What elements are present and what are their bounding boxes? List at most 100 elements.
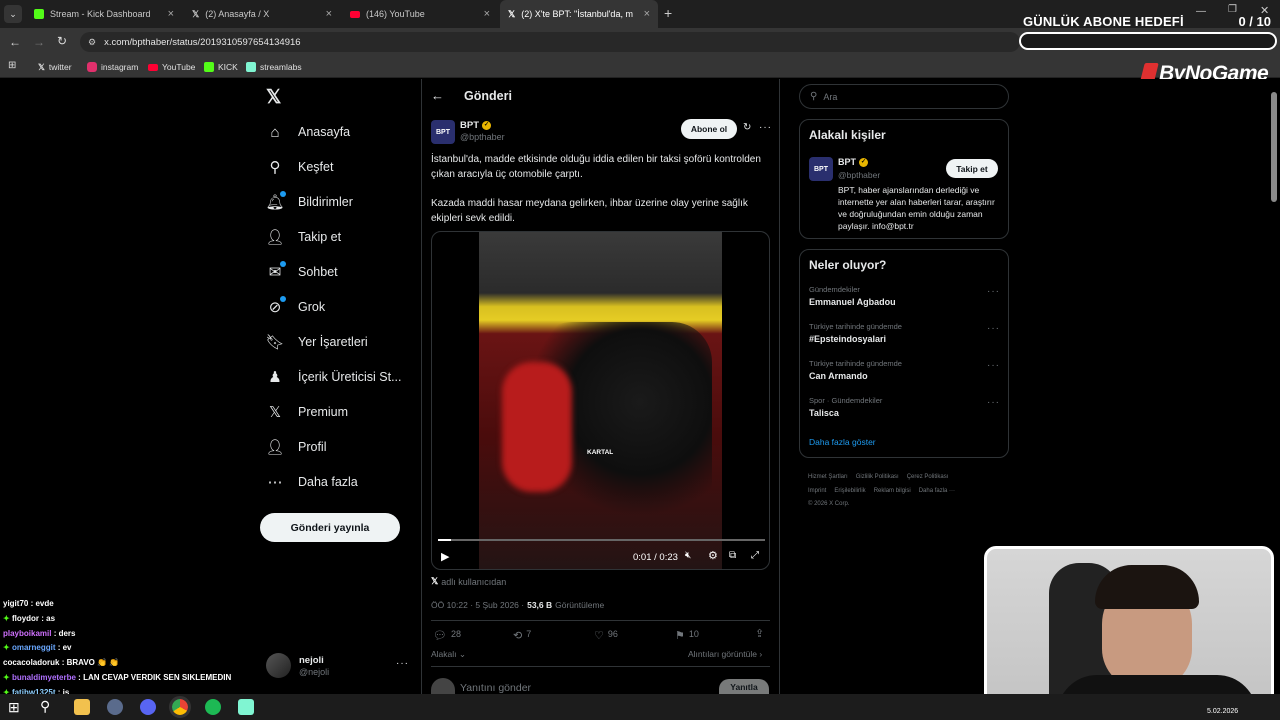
account-switcher[interactable]: nejoli @nejoli ··· — [266, 653, 412, 681]
tab-x-home[interactable]: 𝕏 (2) Anasayfa / X × — [184, 0, 340, 28]
reply-action[interactable]: 💬︎ 28 — [433, 629, 461, 642]
play-icon[interactable]: ▶ — [441, 550, 449, 563]
trend-name[interactable]: Talisca — [809, 408, 839, 418]
sidebar-item-5[interactable]: ⊘ Grok — [266, 290, 325, 324]
chat-separator: : — [51, 628, 59, 638]
search-box[interactable]: ⚲ Ara — [799, 84, 1009, 109]
start-button-icon[interactable]: ⊞ — [8, 699, 20, 716]
sidebar-item-3[interactable]: 👤︎ Takip et — [265, 220, 342, 254]
close-tab-icon[interactable]: × — [484, 8, 490, 20]
bookmark-twitter[interactable]: 𝕏twitter — [38, 56, 72, 78]
tab-kick-dashboard[interactable]: Stream - Kick Dashboard × — [26, 0, 182, 28]
chat-username: yigit70 — [3, 599, 29, 608]
settings-icon[interactable]: ⚙ — [708, 549, 718, 562]
spotify-icon[interactable] — [205, 699, 221, 715]
grok-analyze-icon[interactable]: ↻ — [743, 122, 751, 133]
video-source[interactable]: 𝕏 adlı kullanıcıdan — [431, 576, 506, 587]
x-favicon: 𝕏 — [192, 8, 200, 19]
share-icon[interactable]: ⇪ — [755, 627, 764, 640]
sidebar-item-10[interactable]: ⋯ Daha fazla — [266, 465, 358, 499]
relevance-label: Alakalı — [431, 649, 457, 659]
x-premium-icon: 𝕏 — [268, 404, 282, 421]
new-tab-icon[interactable]: + — [664, 5, 672, 21]
bookmark-streamlabs[interactable]: streamlabs — [246, 56, 302, 78]
file-explorer-icon[interactable] — [74, 699, 90, 715]
mute-icon[interactable]: 🔇︎ — [685, 550, 691, 561]
sidebar-item-label: Takip et — [298, 230, 342, 244]
sidebar-item-9[interactable]: 👤︎ Profil — [265, 430, 326, 464]
trend-more-icon[interactable]: ··· — [987, 286, 1000, 297]
avatar — [266, 653, 291, 678]
reload-icon[interactable]: ↻ — [57, 34, 67, 48]
sidebar-item-2[interactable]: 🔔︎ Bildirimler — [265, 185, 353, 219]
close-tab-icon[interactable]: × — [326, 8, 332, 20]
author-name[interactable]: BPT ✓ — [460, 120, 491, 131]
views-count: 53,6 B — [527, 600, 553, 610]
tab-x-post[interactable]: 𝕏 (2) X'te BPT: "İstanbul'da, madd × — [500, 0, 658, 28]
close-tab-icon[interactable]: × — [644, 8, 650, 20]
post-more-icon[interactable]: ··· — [759, 122, 772, 133]
discord-icon[interactable] — [140, 699, 156, 715]
related-avatar[interactable]: BPT — [809, 157, 833, 181]
like-action[interactable]: ♡ 96 — [594, 629, 618, 642]
tab-search-button[interactable]: ⌄ — [4, 5, 22, 23]
reply-button[interactable]: Yanıtla — [719, 679, 769, 694]
sidebar-item-4[interactable]: ✉ Sohbet — [266, 255, 338, 289]
footer-link[interactable]: Çerez Politikası — [907, 474, 949, 480]
reply-input[interactable]: Yanıtını gönder — [460, 682, 531, 694]
trend-more-icon[interactable]: ··· — [987, 323, 1000, 334]
video-player[interactable]: KARTAL ▶ 0:01 / 0:23 🔇︎ ⚙ ⧉ ⤢ — [431, 231, 770, 570]
sidebar-item-7[interactable]: ♟ İçerik Üreticisi St... — [266, 360, 401, 394]
trend-name[interactable]: #Epsteindosyalari — [809, 334, 886, 344]
author-avatar[interactable]: BPT — [431, 120, 455, 144]
footer-link[interactable]: Imprint — [808, 488, 826, 494]
footer-link[interactable]: Reklam bilgisi — [874, 488, 911, 494]
back-icon[interactable]: ← — [9, 35, 21, 49]
streamlabs-icon[interactable] — [238, 699, 254, 715]
sidebar-item-6[interactable]: 🔖︎ Yer İşaretleri — [265, 325, 367, 359]
x-logo-icon[interactable]: 𝕏 — [266, 86, 281, 109]
page-scrollbar[interactable] — [1271, 92, 1277, 202]
bookmark-kick[interactable]: KICK — [204, 56, 238, 78]
subscriber-goal-box: GÜNLÜK ABONE HEDEFİ 0 / 10 — [1019, 10, 1277, 52]
sidebar-item-8[interactable]: 𝕏 Premium — [266, 395, 348, 429]
view-quotes-link[interactable]: Alıntıları görüntüle › — [688, 649, 762, 659]
follow-button[interactable]: Takip et — [946, 159, 998, 178]
bookmark-youtube[interactable]: YouTube — [148, 56, 195, 78]
search-placeholder: Ara — [823, 91, 838, 102]
taskbar-search-icon[interactable]: ⚲ — [40, 698, 50, 715]
more-icon: ··· — [396, 658, 409, 669]
footer-link[interactable]: Erişilebilirlik — [834, 488, 865, 494]
footer-link[interactable]: Gizlilik Politikası — [856, 474, 899, 480]
apps-grid-icon[interactable]: ⊞ — [8, 60, 16, 71]
app-icon[interactable] — [107, 699, 123, 715]
fullscreen-icon[interactable]: ⤢ — [751, 550, 759, 561]
footer-link[interactable]: Hizmet Şartları — [808, 474, 848, 480]
trend-name[interactable]: Can Armando — [809, 371, 868, 381]
chrome-icon[interactable] — [169, 696, 191, 718]
tab-youtube[interactable]: (146) YouTube × — [342, 0, 498, 28]
close-tab-icon[interactable]: × — [168, 8, 174, 20]
sub-badge-icon: ✦ — [3, 673, 12, 682]
url-field[interactable]: ⚙ x.com/bpthaber/status/2019310597654134… — [80, 32, 1020, 52]
subscribe-button[interactable]: Abone ol — [681, 119, 737, 139]
bookmark-instagram[interactable]: instagram — [87, 56, 138, 78]
relevance-dropdown[interactable]: Alakalı ⌄ — [431, 649, 466, 660]
show-more-link[interactable]: Daha fazla göster — [809, 437, 876, 447]
related-name[interactable]: BPT ✓ — [838, 157, 868, 167]
pip-icon[interactable]: ⧉ — [729, 550, 736, 561]
video-progress-track[interactable] — [438, 539, 765, 541]
forward-icon[interactable]: → — [33, 35, 45, 49]
site-info-icon[interactable]: ⚙ — [88, 37, 96, 48]
trend-more-icon[interactable]: ··· — [987, 360, 1000, 371]
trend-more-icon[interactable]: ··· — [987, 397, 1000, 408]
back-arrow-icon[interactable]: ← — [431, 88, 444, 103]
bookmark-action[interactable]: ⚑ 10 — [675, 629, 699, 642]
post-button[interactable]: Gönderi yayınla — [260, 513, 400, 542]
sidebar-item-1[interactable]: ⚲ Keşfet — [266, 150, 334, 184]
sidebar-item-0[interactable]: ⌂ Anasayfa — [266, 115, 350, 149]
repost-action[interactable]: ⟲ 7 — [513, 629, 531, 642]
youtube-favicon — [350, 10, 360, 18]
footer-link[interactable]: Daha fazla ··· — [919, 488, 955, 494]
trend-name[interactable]: Emmanuel Agbadou — [809, 297, 896, 307]
